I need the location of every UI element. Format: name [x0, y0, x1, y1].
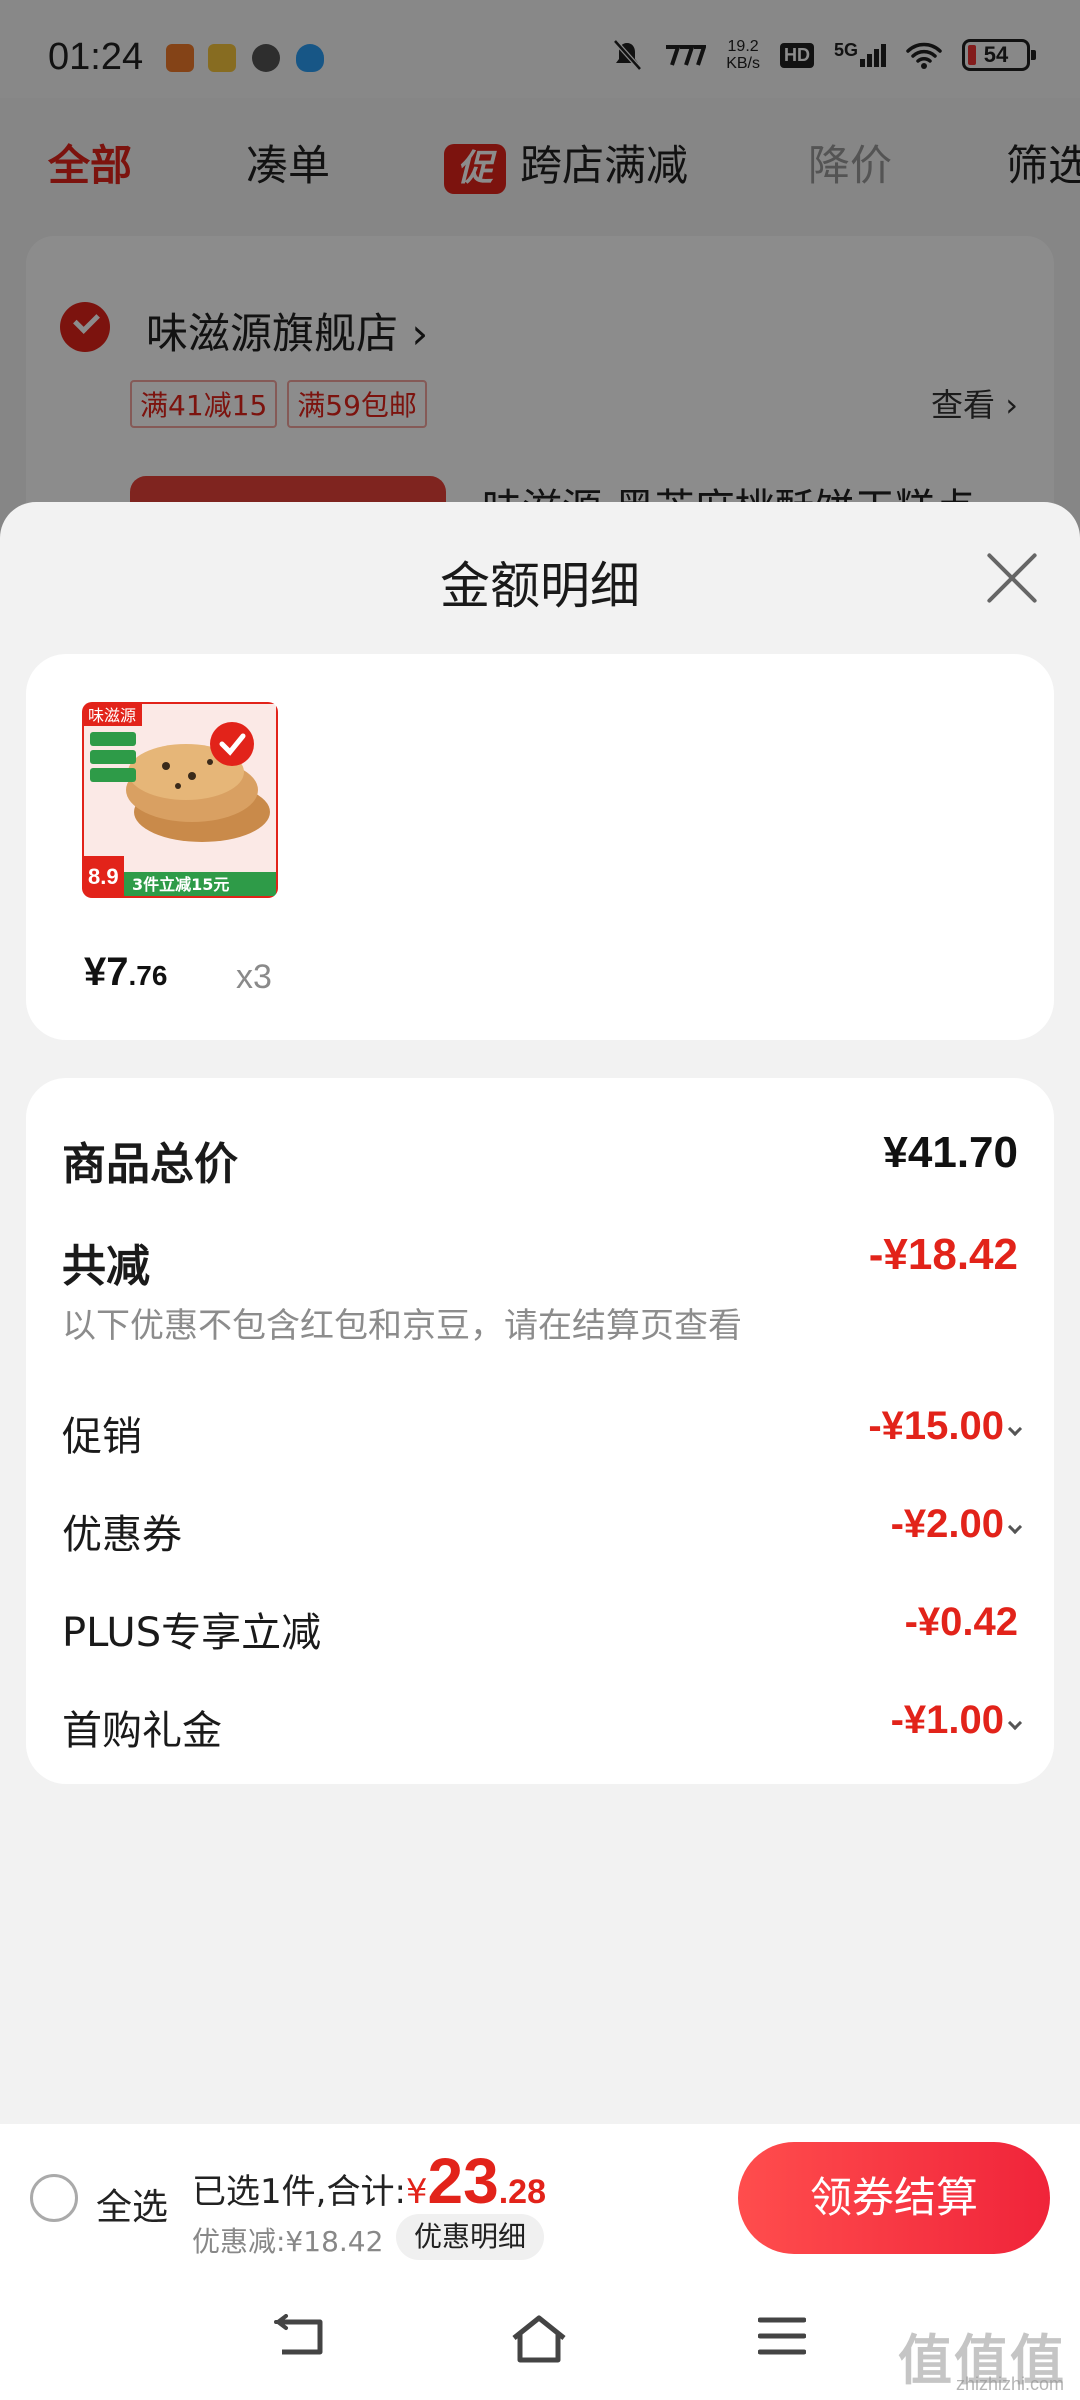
product-image: 味滋源 8.9 3件立减15元 [82, 702, 278, 898]
discount-value: -¥0.42 [904, 1600, 1018, 1644]
product-image-price: 8.9 [88, 864, 119, 889]
checkout-button[interactable]: 领券结算 [738, 2142, 1050, 2254]
checkout-bar: 全选 已选1件,合计:¥23.28 优惠减:¥18.42 优惠明细 领券结算 [0, 2124, 1080, 2274]
total-dec: .28 [498, 2173, 546, 2211]
discount-note: 以下优惠不包含红包和京豆，请在结算页查看 [62, 1306, 742, 1346]
discount-label: 优惠券 [62, 1512, 182, 1558]
sheet-title: 金额明细 [440, 557, 640, 615]
menu-icon[interactable] [758, 2314, 806, 2358]
product-image-banner: 3件立减15元 [132, 875, 229, 894]
watermark-domain: zhizhizhi.com [955, 2374, 1064, 2394]
total-currency: ¥ [405, 2172, 428, 2212]
product-unit-price: ¥7.76 [84, 950, 167, 995]
total-reduce-label: 共减 [62, 1241, 150, 1292]
back-icon[interactable] [272, 2314, 326, 2362]
selected-total: 已选1件,合计:¥23.28 [192, 2144, 546, 2218]
saved-amount: 优惠减:¥18.42 [192, 2225, 384, 2258]
price-detail-card: 商品总价 ¥41.70 共减 -¥18.42 以下优惠不包含红包和京豆，请在结算… [26, 1078, 1054, 1784]
product-thumbnail: 味滋源 8.9 3件立减15元 [82, 702, 278, 898]
home-icon[interactable] [510, 2314, 568, 2364]
total-price-label: 商品总价 [62, 1139, 238, 1190]
chevron-down-icon [1007, 1421, 1023, 1437]
discount-detail-button[interactable]: 优惠明细 [396, 2214, 545, 2260]
amount-detail-sheet: 金额明细 味滋源 8.9 3件立减15元 ¥7.76 x3 商品总价 ¥41.7… [0, 502, 1080, 2124]
chevron-down-icon [1007, 1519, 1023, 1535]
chevron-down-icon [1007, 1715, 1023, 1731]
selected-prefix: 已选1件,合计: [192, 2172, 406, 2212]
discount-value: -¥2.00 [890, 1502, 1004, 1546]
product-price-int: ¥7 [84, 950, 129, 994]
discount-value: -¥1.00 [890, 1698, 1004, 1742]
product-card: 味滋源 8.9 3件立减15元 ¥7.76 x3 [26, 654, 1054, 1040]
discount-value: -¥15.00 [868, 1404, 1004, 1448]
total-price-value: ¥41.70 [883, 1128, 1018, 1177]
total-reduce-value: -¥18.42 [868, 1230, 1018, 1279]
product-quantity: x3 [236, 958, 272, 996]
total-int: 23 [427, 2145, 499, 2217]
select-all-label[interactable]: 全选 [96, 2178, 168, 2230]
close-icon[interactable] [984, 550, 1040, 606]
select-all-checkbox[interactable] [30, 2174, 78, 2222]
discount-label: 促销 [62, 1414, 142, 1460]
product-brand-text: 味滋源 [88, 706, 136, 725]
discount-label: 首购礼金 [62, 1708, 222, 1754]
product-price-dec: .76 [128, 960, 168, 991]
discount-label: PLUS专享立减 [62, 1610, 322, 1656]
